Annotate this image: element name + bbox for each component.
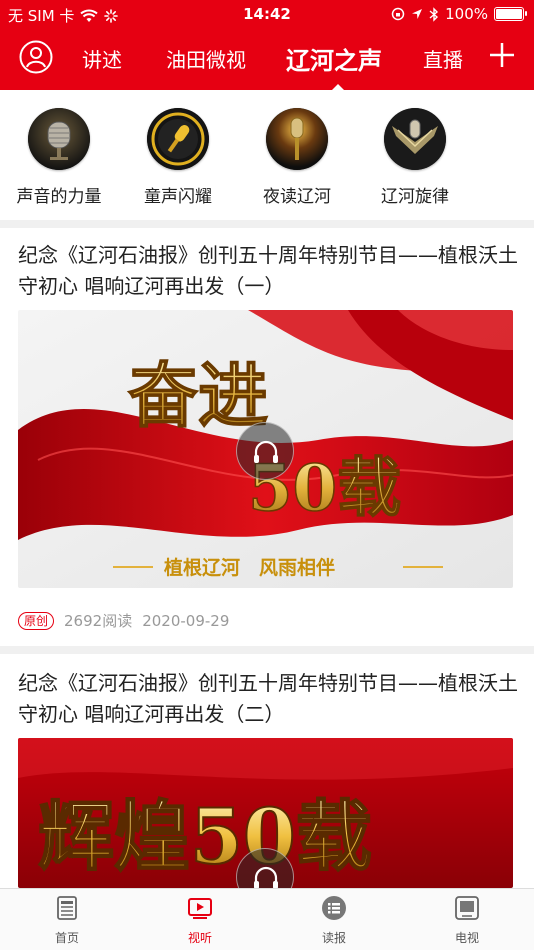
- tab-tv[interactable]: 电视: [427, 895, 507, 946]
- winged-microphone-icon: [384, 108, 446, 170]
- vintage-microphone-icon: [28, 108, 90, 170]
- article-title[interactable]: 纪念《辽河石油报》创刊五十周年特别节目——植根沃土守初心 唱响辽河再出发（一）: [18, 240, 518, 302]
- cover-title-text: 辉煌50载: [38, 792, 372, 881]
- publish-date: 2020-09-29: [142, 611, 230, 630]
- headphones-icon[interactable]: [236, 848, 294, 888]
- article-meta: 原创 2692阅读 2020-09-29: [18, 610, 229, 631]
- user-circle-icon[interactable]: [19, 40, 53, 74]
- article-cover-image[interactable]: 辉煌50载: [18, 738, 513, 888]
- article-cover-image[interactable]: 奋进 50载 植根辽河 风雨相伴: [18, 310, 513, 588]
- category-night-reading[interactable]: 夜读辽河: [242, 108, 352, 207]
- article-separator: [0, 646, 534, 654]
- tab-home[interactable]: 首页: [27, 895, 107, 946]
- battery-percent: 100%: [445, 5, 488, 23]
- status-bar: 无 SIM 卡 14:42 100%: [0, 0, 534, 30]
- tab-audio-video[interactable]: 视听: [160, 895, 240, 946]
- newspaper-icon: [57, 896, 77, 920]
- category-label: 辽河旋律: [381, 187, 449, 207]
- original-badge: 原创: [18, 611, 55, 630]
- tab-liaohe-zhisheng[interactable]: 辽河之声: [286, 41, 382, 76]
- tab-read-paper[interactable]: 读报: [294, 895, 374, 946]
- headphones-icon[interactable]: [236, 422, 294, 480]
- app-header: 无 SIM 卡 14:42 100% 讲述 油田微视 辽河之声 直播: [0, 0, 534, 91]
- tab-youtian-weishi[interactable]: 油田微视: [166, 44, 246, 73]
- cover-subtitle-text: 植根辽河 风雨相伴: [164, 556, 335, 579]
- category-row: 声音的力量 童声闪耀 夜读辽河 辽河旋律: [0, 90, 534, 220]
- video-play-icon: [188, 898, 212, 919]
- category-child-voice[interactable]: 童声闪耀: [123, 108, 233, 207]
- read-count: 2692阅读: [64, 612, 133, 630]
- article-title[interactable]: 纪念《辽河石油报》创刊五十周年特别节目——植根沃土守初心 唱响辽河再出发（二）: [18, 668, 518, 730]
- tv-icon: [455, 896, 479, 920]
- golden-microphone-icon: [147, 108, 209, 170]
- category-label: 童声闪耀: [144, 187, 212, 207]
- plus-icon[interactable]: [487, 40, 517, 70]
- battery-icon: [494, 7, 527, 21]
- list-icon: [322, 896, 346, 920]
- category-voice-power[interactable]: 声音的力量: [4, 108, 114, 207]
- tab-zhibo[interactable]: 直播: [423, 44, 463, 73]
- orientation-lock-icon: [391, 7, 405, 21]
- top-nav: 讲述 油田微视 辽河之声 直播: [0, 30, 534, 91]
- category-label: 夜读辽河: [263, 187, 331, 207]
- section-divider: [0, 220, 534, 228]
- category-liaohe-melody[interactable]: 辽河旋律: [360, 108, 470, 207]
- category-label: 声音的力量: [16, 187, 102, 207]
- tab-jiangshu[interactable]: 讲述: [82, 44, 122, 73]
- glowing-microphone-icon: [266, 108, 328, 170]
- location-icon: [412, 9, 423, 19]
- bluetooth-icon: [429, 6, 439, 22]
- bottom-tab-bar: 首页 视听 读报 电视: [0, 888, 534, 950]
